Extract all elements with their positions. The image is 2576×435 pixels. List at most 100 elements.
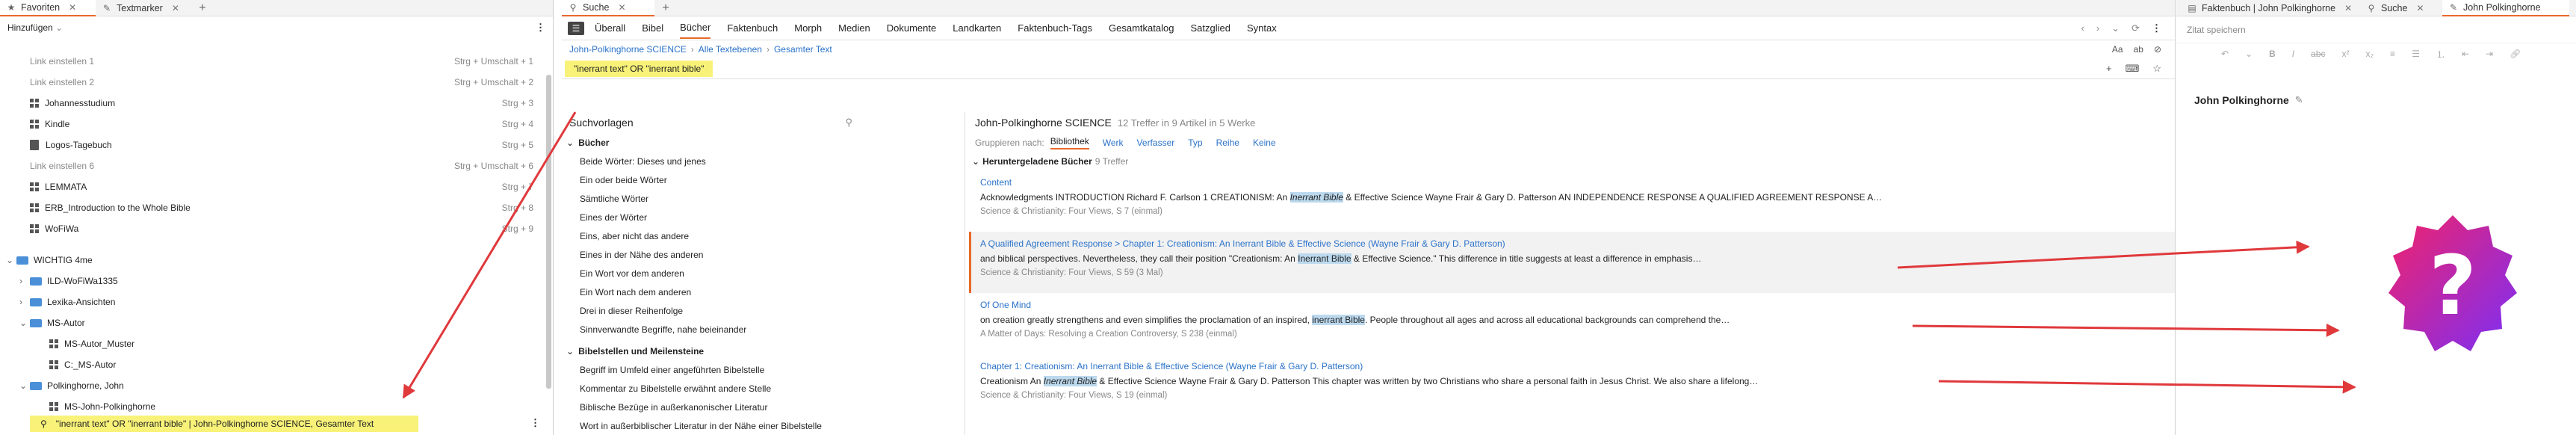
- note-title[interactable]: John Polkinghorne: [2194, 94, 2289, 106]
- template-item[interactable]: Eines der Wörter: [562, 208, 965, 226]
- template-item[interactable]: Ein oder beide Wörter: [562, 170, 965, 189]
- tab-favorites[interactable]: ★ Favoriten ✕: [0, 0, 96, 16]
- nav-tab[interactable]: Medien: [838, 18, 870, 38]
- nav-tab[interactable]: Bibel: [642, 18, 663, 38]
- font-dropdown-icon[interactable]: ⌄: [2245, 49, 2253, 59]
- chevron-down-icon[interactable]: ⌄: [19, 318, 30, 328]
- result-title[interactable]: Content: [980, 175, 2166, 190]
- group-option[interactable]: Verfasser: [1137, 138, 1175, 148]
- keyboard-icon[interactable]: ⌨: [2125, 63, 2140, 75]
- back-arrow-icon[interactable]: ‹: [2081, 22, 2084, 34]
- search-hit[interactable]: Inerrant Bible: [1043, 376, 1097, 386]
- pencil-icon[interactable]: ✎: [2295, 94, 2303, 106]
- search-hit[interactable]: Inerrant Bible: [1289, 192, 1343, 203]
- favorite-item[interactable]: Link einstellen 2 Strg + Umschalt + 2: [0, 72, 542, 93]
- add-tab-button[interactable]: +: [191, 0, 214, 16]
- chevron-right-icon[interactable]: ›: [19, 297, 30, 307]
- tab-search[interactable]: ⚲ Suche ✕: [2360, 0, 2442, 16]
- favorite-item[interactable]: Logos-Tagebuch Strg + 5: [0, 135, 542, 155]
- nav-tab[interactable]: Syntax: [1247, 18, 1277, 38]
- group-option[interactable]: Typ: [1188, 138, 1202, 148]
- undo-icon[interactable]: ↶: [2221, 49, 2229, 59]
- search-icon[interactable]: ⚲: [845, 117, 852, 129]
- nav-tab[interactable]: Faktenbuch-Tags: [1018, 18, 1092, 38]
- search-hit[interactable]: Inerrant Bible: [1298, 253, 1352, 264]
- strike-icon[interactable]: abc: [2311, 49, 2325, 59]
- template-item[interactable]: Beide Wörter: Dieses und jenes: [562, 152, 965, 170]
- tab-textmarker[interactable]: ✎ Textmarker ✕: [96, 0, 191, 16]
- template-item[interactable]: Ein Wort vor dem anderen: [562, 264, 965, 283]
- folder-item[interactable]: C:_MS-Autor: [0, 354, 542, 375]
- numbered-list-icon[interactable]: ⒈: [2436, 48, 2445, 61]
- template-group-header[interactable]: ⌄ Bücher: [562, 133, 965, 152]
- bullet-list-icon[interactable]: ☰: [2412, 49, 2420, 59]
- close-icon[interactable]: ✕: [69, 2, 76, 13]
- nav-tab[interactable]: Überall: [595, 18, 625, 38]
- search-input[interactable]: "inerrant text" OR "inerrant bible": [565, 60, 713, 77]
- tab-factbook[interactable]: ▤ Faktenbuch | John Polkinghorne ✕: [2181, 0, 2360, 16]
- favorite-item[interactable]: Kindle Strg + 4: [0, 114, 542, 135]
- more-menu-icon[interactable]: ⋮: [2152, 22, 2161, 34]
- bold-icon[interactable]: B: [2269, 49, 2276, 59]
- selected-search-favorite[interactable]: ⚲ "inerrant text" OR "inerrant bible" | …: [30, 416, 418, 432]
- folder-item[interactable]: MS-John-Polkinghorne: [0, 396, 542, 417]
- indent-icon[interactable]: ⇥: [2486, 49, 2493, 59]
- template-item[interactable]: Sämtliche Wörter: [562, 189, 965, 208]
- forward-arrow-icon[interactable]: ›: [2096, 22, 2099, 34]
- group-option[interactable]: Bibliothek: [1050, 136, 1089, 149]
- tab-search[interactable]: ⚲ Suche ✕: [562, 0, 654, 16]
- link-icon[interactable]: 🔗︎: [2510, 49, 2521, 59]
- scrollbar[interactable]: [546, 75, 551, 389]
- breadcrumb-resource[interactable]: John-Polkinghorne SCIENCE: [569, 44, 687, 55]
- tab-note[interactable]: ✎ John Polkinghorne: [2442, 0, 2569, 16]
- chevron-right-icon[interactable]: ›: [19, 276, 30, 286]
- chevron-down-icon[interactable]: ⌄: [6, 255, 16, 265]
- results-section-header[interactable]: ⌄ Heruntergeladene Bücher 9 Treffer: [969, 152, 2175, 170]
- result-title[interactable]: Of One Mind: [980, 297, 2166, 312]
- subscript-icon[interactable]: x₂: [2366, 49, 2374, 59]
- favorite-item[interactable]: ERB_Introduction to the Whole Bible Strg …: [0, 197, 542, 218]
- folder-item[interactable]: MS-Autor_Muster: [0, 333, 542, 354]
- nav-tab[interactable]: Faktenbuch: [727, 18, 778, 38]
- favorite-item[interactable]: LEMMATA Strg + 7: [0, 176, 542, 197]
- folder-item[interactable]: › ILD-WoFiWa1335: [0, 271, 542, 291]
- chevron-down-icon[interactable]: ⌄: [19, 380, 30, 391]
- save-quote-placeholder[interactable]: Zitat speichern: [2187, 25, 2246, 35]
- template-item[interactable]: Kommentar zu Bibelstelle erwähnt andere …: [562, 379, 965, 398]
- text-size-icon[interactable]: Aa: [2112, 44, 2123, 55]
- favorite-item[interactable]: Johannesstudium Strg + 3: [0, 93, 542, 114]
- folder-item[interactable]: ⌄ WICHTIG 4me: [0, 250, 542, 271]
- nav-tab[interactable]: Satzglied: [1190, 18, 1230, 38]
- group-option[interactable]: Reihe: [1216, 138, 1239, 148]
- search-hit[interactable]: inerrant Bible: [1312, 315, 1365, 325]
- add-favorite-dropdown[interactable]: Hinzufügen ⌄: [7, 22, 63, 33]
- favorite-item[interactable]: Link einstellen 6 Strg + Umschalt + 6: [0, 155, 542, 176]
- result-entry[interactable]: Content Acknowledgments INTRODUCTION Rich…: [969, 170, 2175, 232]
- result-entry[interactable]: A Qualified Agreement Response > Chapter…: [969, 232, 2175, 293]
- template-group-header[interactable]: ⌄ Bibelstellen und Meilensteine: [562, 342, 965, 360]
- italic-icon[interactable]: I: [2292, 49, 2294, 59]
- template-item[interactable]: Drei in dieser Reihenfolge: [562, 301, 965, 320]
- result-entry[interactable]: Chapter 1: Creationism: An Inerrant Bibl…: [969, 354, 2175, 416]
- close-icon[interactable]: ✕: [2344, 3, 2352, 13]
- nav-tab[interactable]: Dokumente: [887, 18, 936, 38]
- plus-icon[interactable]: +: [2106, 63, 2112, 74]
- superscript-icon[interactable]: x²: [2342, 49, 2350, 59]
- folder-item[interactable]: › Lexika-Ansichten: [0, 291, 542, 312]
- favorite-item[interactable]: WoFiWa Strg + 9: [0, 218, 542, 239]
- nav-tab[interactable]: Landkarten: [953, 18, 1001, 38]
- outdent-icon[interactable]: ⇤: [2462, 49, 2469, 59]
- hamburger-menu-icon[interactable]: ☰: [568, 21, 584, 35]
- refresh-icon[interactable]: ⟳: [2131, 22, 2140, 34]
- result-entry[interactable]: Of One Mind on creation greatly strengthe…: [969, 293, 2175, 354]
- breadcrumb-level[interactable]: Alle Textebenen: [699, 44, 762, 55]
- close-icon[interactable]: ✕: [618, 2, 625, 13]
- template-item[interactable]: Biblische Bezüge in außerkanonischer Lit…: [562, 398, 965, 416]
- template-item[interactable]: Eines in der Nähe des anderen: [562, 245, 965, 264]
- align-icon[interactable]: ≡: [2390, 49, 2395, 59]
- breadcrumb-range[interactable]: Gesamter Text: [774, 44, 832, 55]
- favorite-item[interactable]: Link einstellen 1 Strg + Umschalt + 1: [0, 51, 542, 72]
- nav-tab[interactable]: Bücher: [680, 17, 711, 39]
- template-item[interactable]: Ein Wort nach dem anderen: [562, 283, 965, 301]
- more-menu-icon[interactable]: ⋮: [536, 22, 545, 34]
